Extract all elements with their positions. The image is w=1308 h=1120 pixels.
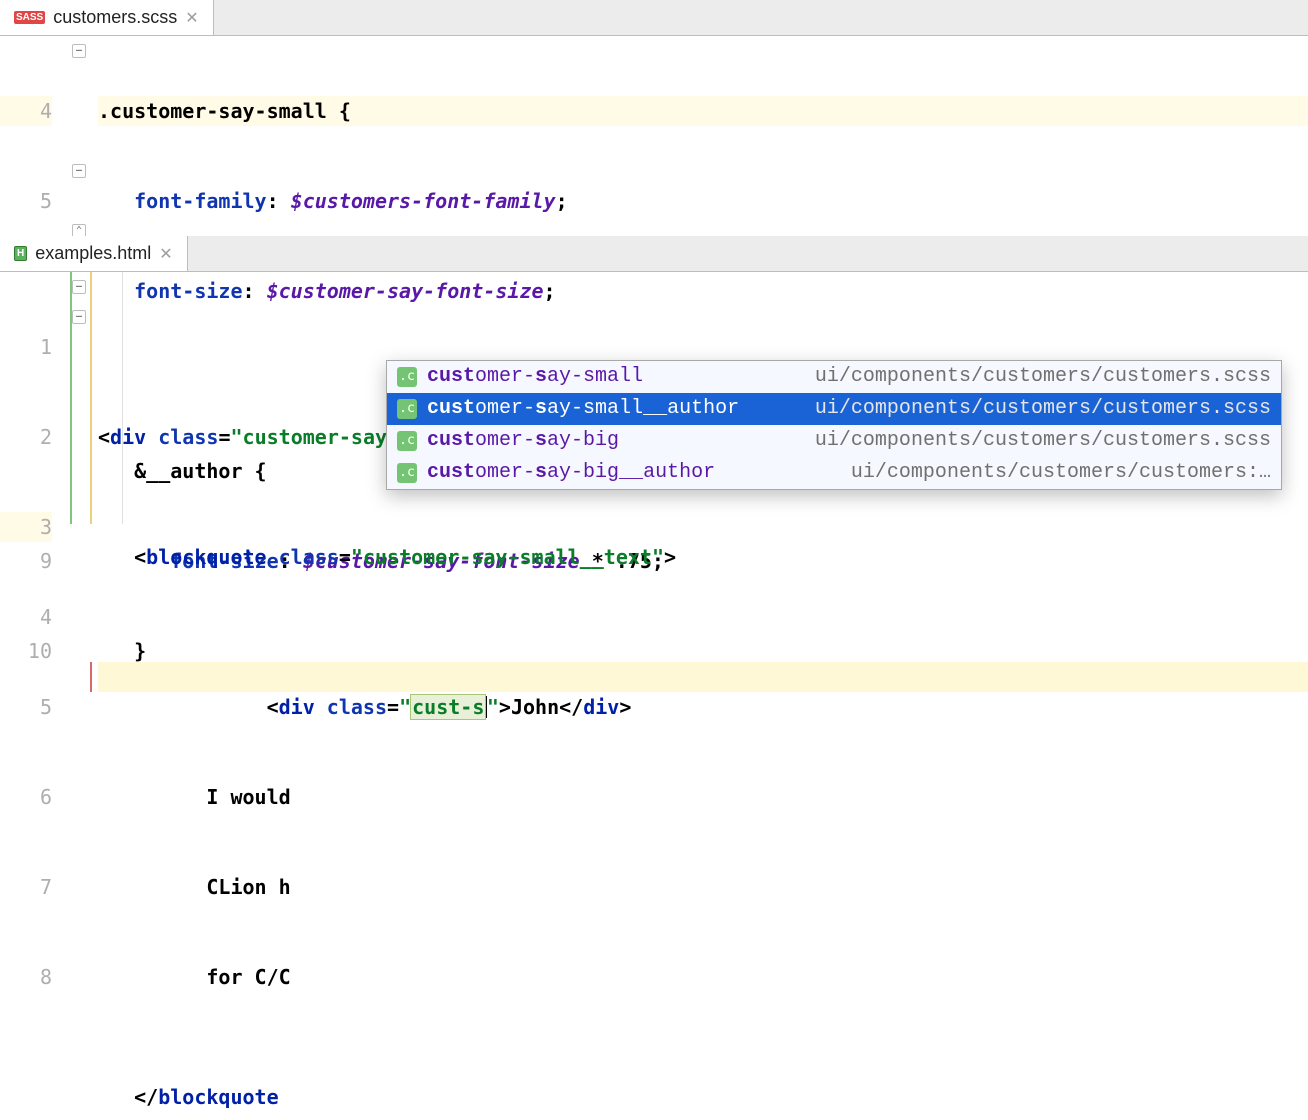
html-tag: div [279, 695, 315, 719]
close-icon[interactable]: ✕ [159, 244, 172, 264]
html-gutter: 1 2 3 4 5 6 7 8 [0, 272, 70, 524]
fold-toggle-icon[interactable]: – [72, 280, 86, 294]
close-icon[interactable]: ✕ [185, 8, 198, 28]
scss-editor[interactable]: 4 5 6 7 8 9 10 – – ⌃ .customer-say-small… [0, 36, 1308, 236]
line-number: 3 [0, 512, 52, 542]
class-value: customer-say-small__text [363, 545, 652, 569]
completion-label: customer-say-big__author [427, 458, 841, 488]
completion-item[interactable]: .c customer-say-small__author ui/component… [387, 393, 1281, 425]
html-editor[interactable]: 1 2 3 4 5 6 7 8 – – <div class="customer… [0, 272, 1308, 524]
html-editor-pane: H examples.html ✕ 1 2 3 4 5 6 7 8 – – <d… [0, 236, 1308, 524]
text-node: for C/C [206, 965, 290, 989]
text-node: John [511, 695, 559, 719]
html-tag: div [110, 425, 146, 449]
bottom-tabbar: H examples.html ✕ [0, 236, 1308, 272]
html-file-icon: H [14, 246, 27, 261]
scss-editor-pane: SASS customers.scss ✕ 4 5 6 7 8 9 10 – –… [0, 0, 1308, 236]
line-number: 6 [0, 782, 52, 812]
css-class-icon: .c [397, 463, 417, 483]
completion-item[interactable]: .c customer-say-small ui/components/custom… [387, 361, 1281, 393]
css-property: font-family [134, 189, 266, 213]
html-code[interactable]: <div class="customer-say-small"> <blockq… [90, 272, 1308, 524]
css-class-icon: .c [397, 431, 417, 451]
text-caret [485, 696, 487, 718]
fold-toggle-icon[interactable]: – [72, 310, 86, 324]
completion-path: ui/components/customers/customers:… [851, 458, 1271, 488]
css-class-icon: .c [397, 399, 417, 419]
html-attr: class [327, 695, 387, 719]
completion-label: customer-say-small__author [427, 394, 805, 424]
code-completion-popup: .c customer-say-small ui/components/custom… [386, 360, 1282, 490]
line-number: 5 [0, 186, 52, 216]
tab-examples-html[interactable]: H examples.html ✕ [0, 236, 188, 271]
tab-customers-scss[interactable]: SASS customers.scss ✕ [0, 0, 214, 35]
html-tag: div [583, 695, 619, 719]
fold-toggle-icon[interactable]: – [72, 44, 86, 58]
brace: } [134, 639, 146, 663]
line-number: 2 [0, 422, 52, 452]
html-fold-column: – – [70, 272, 90, 524]
line-number: 4 [0, 96, 52, 126]
completion-label: customer-say-big [427, 426, 805, 456]
scss-gutter: 4 5 6 7 8 9 10 [0, 36, 70, 236]
line-number: 7 [0, 872, 52, 902]
line-number: 5 [0, 692, 52, 722]
html-tag: blockquote [158, 1085, 278, 1109]
html-attr: class [158, 425, 218, 449]
class-input[interactable]: cust-s [411, 695, 485, 719]
completion-path: ui/components/customers/customers.scss [815, 426, 1271, 456]
completion-label: customer-say-small [427, 362, 805, 392]
tab-filename: examples.html [35, 243, 151, 264]
css-selector: .customer-say-small [98, 99, 327, 123]
scss-variable: $customers-font-family [291, 189, 556, 213]
line-number: 8 [0, 962, 52, 992]
completion-path: ui/components/customers/customers.scss [815, 362, 1271, 392]
line-number: 1 [0, 332, 52, 362]
top-tabbar: SASS customers.scss ✕ [0, 0, 1308, 36]
scss-code[interactable]: .customer-say-small { font-family: $cust… [90, 36, 1308, 236]
scss-fold-column: – – ⌃ [70, 36, 90, 236]
fold-toggle-icon[interactable]: – [72, 164, 86, 178]
brace: { [327, 99, 351, 123]
line-number: 10 [0, 636, 52, 666]
html-tag: blockquote [146, 545, 266, 569]
completion-item[interactable]: .c customer-say-big ui/components/customer… [387, 425, 1281, 457]
css-class-icon: .c [397, 367, 417, 387]
line-number: 4 [0, 602, 52, 632]
html-attr: class [279, 545, 339, 569]
completion-item[interactable]: .c customer-say-big__author ui/components/… [387, 457, 1281, 489]
tab-filename: customers.scss [53, 7, 177, 28]
completion-path: ui/components/customers/customers.scss [815, 394, 1271, 424]
text-node: CLion h [206, 875, 290, 899]
sass-file-icon: SASS [14, 11, 45, 24]
text-node: I would [206, 785, 290, 809]
